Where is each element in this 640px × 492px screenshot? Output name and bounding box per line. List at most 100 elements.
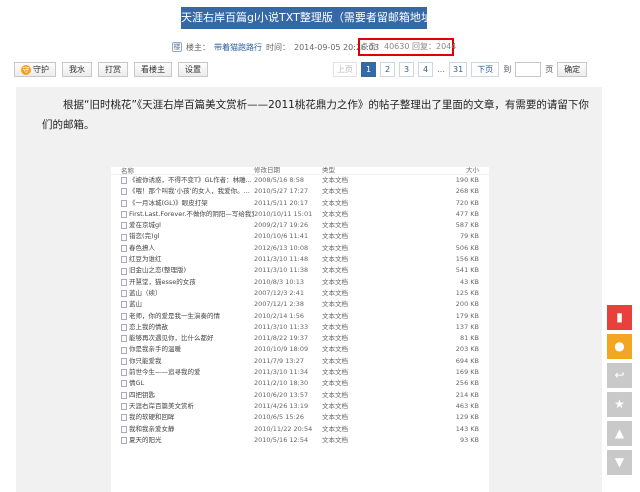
star-icon[interactable]: ★ <box>607 392 632 417</box>
file-name-cell: 你是我亲手的温暖 <box>111 344 254 355</box>
file-date: 2010/10/6 11:41 <box>254 232 309 241</box>
file-row: 《被你诱惑，不得不变T》GL作者：林雕... 2008/5/16 8:58 文本文档… <box>111 175 489 186</box>
file-name: 红豆为谁红 <box>129 255 162 264</box>
file-size: 203 KB <box>455 345 479 354</box>
page-4-button[interactable]: 4 <box>418 62 433 77</box>
pagination: 上页 1 2 3 4 … 31 下页 到 页 确定 <box>333 62 588 77</box>
thread-meta: 楼 楼主： 带着猫跑路行 时间： 2014-09-05 20:26:03 <box>172 38 379 56</box>
page-2-button[interactable]: 2 <box>380 62 395 77</box>
file-row: 爱在京城gl 2009/2/17 19:26 文本文档 587 KB <box>111 220 489 231</box>
file-name-cell: 夏天的阳光 <box>111 435 254 446</box>
up-arrow-icon[interactable]: ▲ <box>607 421 632 446</box>
file-name-cell: 情GL <box>111 378 254 389</box>
file-row: 我和我亲爱女静 2010/11/22 20:54 文本文档 143 KB <box>111 424 489 435</box>
tip-button[interactable]: 打赏 <box>98 62 128 77</box>
file-row: 蓝山（续） 2007/12/3 2:41 文本文档 125 KB <box>111 288 489 299</box>
file-name-cell: 老师，你的爱是我一生演奏的情 <box>111 311 254 322</box>
file-type: 文本文档 <box>322 300 348 309</box>
file-name: 旧金山之恋(整理版) <box>129 266 187 275</box>
file-list-screenshot: 名称 修改日期 类型 大小 《被你诱惑，不得不变T》GL作者：林雕... 2008… <box>111 167 489 492</box>
file-date: 2009/2/17 19:26 <box>254 221 309 230</box>
file-row: 旧金山之恋(整理版) 2011/3/10 11:38 文本文档 541 KB <box>111 265 489 276</box>
file-name-cell: 《被你诱惑，不得不变T》GL作者：林雕... <box>111 175 254 186</box>
file-name-cell: 四把钥匙 <box>111 390 254 401</box>
guard-button[interactable]: 守 守护 <box>14 62 56 77</box>
file-size: 129 KB <box>455 413 479 422</box>
file-type: 文本文档 <box>322 198 348 207</box>
side-toolbar: ▮ ● ↩ ★ ▲ ▼ <box>607 305 632 475</box>
author-link[interactable]: 带着猫跑路行 <box>214 42 262 53</box>
file-size: 477 KB <box>455 209 479 218</box>
file-row: 《一月冰城(GL)》眼皮打架 2011/5/11 20:17 文本文档 720 KB <box>111 198 489 209</box>
file-name: 我和我亲爱女静 <box>129 424 175 433</box>
text-file-icon <box>121 380 127 388</box>
file-size: 169 KB <box>455 368 479 377</box>
file-type: 文本文档 <box>322 266 348 275</box>
down-arrow-icon[interactable]: ▼ <box>607 450 632 475</box>
file-name-cell: 前世今生——追寻我的爱 <box>111 367 254 378</box>
text-file-icon <box>121 346 127 354</box>
file-date: 2010/10/11 15:01 <box>254 209 313 218</box>
settings-button[interactable]: 设置 <box>178 62 208 77</box>
file-type: 文本文档 <box>322 379 348 388</box>
text-file-icon <box>121 177 127 185</box>
file-name-cell: 错恋(完)gl <box>111 231 254 242</box>
text-file-icon <box>121 256 127 264</box>
text-file-icon <box>121 357 127 365</box>
file-date: 2011/3/10 11:34 <box>254 368 309 377</box>
file-name: 《被你诱惑，不得不变T》GL作者：林雕... <box>129 176 252 184</box>
stats-box: 点击：40630 回复：2044 <box>358 38 456 56</box>
file-name-cell: 我的软硬和回眸 <box>111 412 254 423</box>
prev-page-button[interactable]: 上页 <box>333 62 357 77</box>
guard-label: 守护 <box>33 65 49 74</box>
file-name-cell: 红豆为谁红 <box>111 254 254 265</box>
file-date: 2007/12/1 2:38 <box>254 300 304 309</box>
file-name: 爱在京城gl <box>129 221 161 230</box>
file-row: 春色撩人 2012/6/13 10:08 文本文档 506 KB <box>111 243 489 254</box>
file-name: 错恋(完)gl <box>129 232 160 241</box>
file-date: 2008/5/16 8:58 <box>254 176 304 184</box>
file-date: 2010/8/3 10:13 <box>254 277 304 286</box>
file-row: 恋上我的情敌 2011/3/10 11:33 文本文档 137 KB <box>111 322 489 333</box>
file-size: 720 KB <box>455 198 479 207</box>
file-name: 蓝山 <box>129 300 142 309</box>
next-page-button[interactable]: 下页 <box>471 62 500 77</box>
page-jump-input[interactable] <box>515 62 542 77</box>
confirm-button[interactable]: 确定 <box>557 62 588 77</box>
file-type: 文本文档 <box>322 277 348 286</box>
post-text: 根据“旧时桃花”《天涯右岸百篇美文赏析——2011桃花鼎力之作》的帖子整理出了里… <box>42 95 592 135</box>
file-size: 541 KB <box>455 266 479 275</box>
file-size: 156 KB <box>455 255 479 264</box>
file-row: 能够再次遇见你，比什么都好 2011/8/22 19:37 文本文档 81 KB <box>111 333 489 344</box>
file-type: 文本文档 <box>322 322 348 331</box>
share-icon[interactable]: ↩ <box>607 363 632 388</box>
file-row: 《喂！那个叫我‘小孩’的女人，我爱你。... 2010/5/27 17:27 文本文… <box>111 186 489 197</box>
file-row: 我的软硬和回眸 2010/6/5 15:26 文本文档 129 KB <box>111 412 489 423</box>
file-name: 蓝山（续） <box>129 288 162 297</box>
file-size: 81 KB <box>459 334 479 343</box>
author-only-button[interactable]: 看楼主 <box>134 62 172 77</box>
file-date: 2012/6/13 10:08 <box>254 243 309 252</box>
text-file-icon <box>121 278 127 286</box>
file-date: 2011/3/10 11:33 <box>254 322 309 331</box>
file-size: 694 KB <box>455 356 479 365</box>
post-content: 根据“旧时桃花”《天涯右岸百篇美文赏析——2011桃花鼎力之作》的帖子整理出了里… <box>16 87 602 492</box>
last-page-button[interactable]: 31 <box>449 62 468 77</box>
file-type: 文本文档 <box>322 209 348 218</box>
page-3-button[interactable]: 3 <box>399 62 414 77</box>
text-file-icon <box>121 369 127 377</box>
eat-button[interactable]: 我水 <box>62 62 92 77</box>
text-file-icon <box>121 199 127 207</box>
file-type: 文本文档 <box>322 435 348 444</box>
file-name-cell: 爱在京城gl <box>111 220 254 231</box>
text-file-icon <box>121 324 127 331</box>
trash-icon[interactable]: ▮ <box>607 305 632 330</box>
file-row: 天涯右岸百篇美文赏析 2011/4/26 13:19 文本文档 463 KB <box>111 401 489 412</box>
file-name: 夏天的阳光 <box>129 435 162 444</box>
file-name-cell: 天涯右岸百篇美文赏析 <box>111 401 254 412</box>
file-row: 蓝山 2007/12/1 2:38 文本文档 200 KB <box>111 299 489 310</box>
file-type: 文本文档 <box>322 334 348 343</box>
file-name: 四把钥匙 <box>129 390 155 399</box>
page-1-button[interactable]: 1 <box>361 62 376 77</box>
message-icon[interactable]: ● <box>607 334 632 359</box>
